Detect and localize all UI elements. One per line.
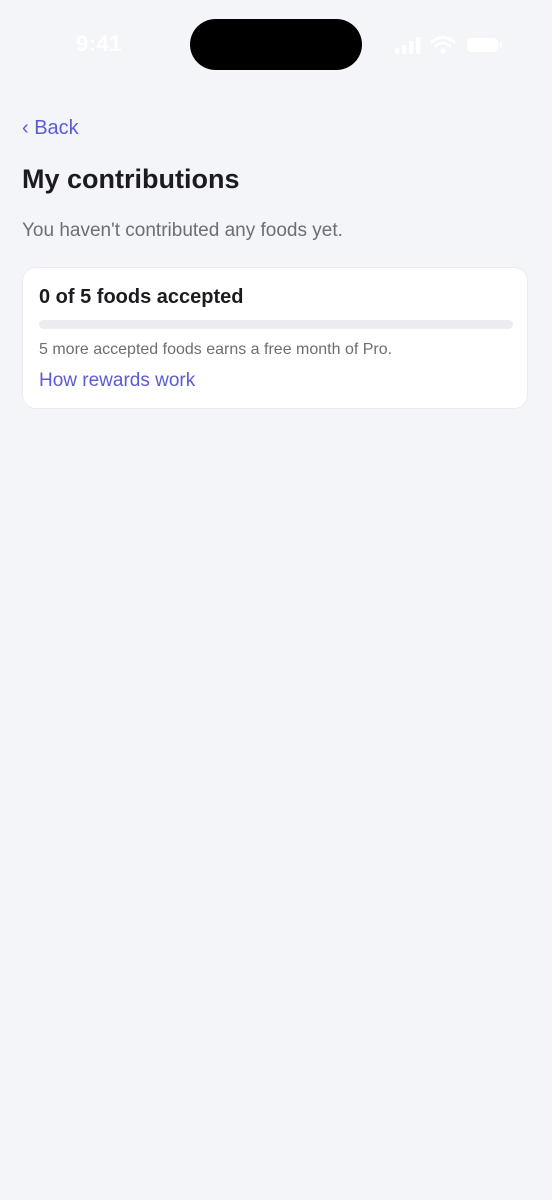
wifi-icon <box>430 36 456 54</box>
back-button[interactable]: ‹ Back <box>22 117 79 140</box>
dynamic-island <box>190 19 362 70</box>
how-rewards-work-link[interactable]: How rewards work <box>39 370 195 392</box>
accepted-count-title: 0 of 5 foods accepted <box>39 286 244 308</box>
status-time: 9:41 <box>76 31 123 56</box>
rewards-progress-card: 0 of 5 foods accepted 5 more accepted fo… <box>22 267 528 409</box>
rewards-progress-bar <box>39 320 513 329</box>
empty-state-message: You haven't contributed any foods yet. <box>22 220 343 241</box>
status-bar: 9:41 <box>0 0 552 90</box>
status-icons <box>394 34 504 56</box>
battery-icon <box>467 38 502 52</box>
rewards-note: 5 more accepted foods earns a free month… <box>39 341 393 358</box>
page-title: My contributions <box>22 164 240 194</box>
cellular-signal-icon <box>395 37 421 54</box>
